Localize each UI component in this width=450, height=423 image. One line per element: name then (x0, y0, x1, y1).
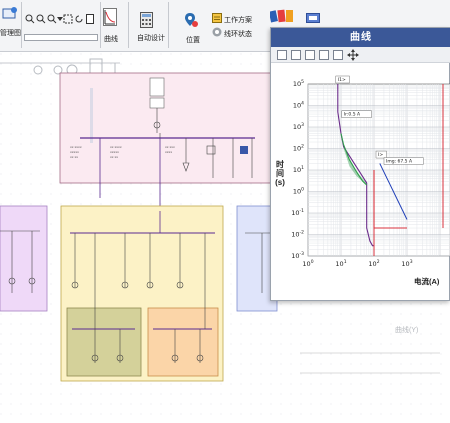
svg-text:xx xx: xx xx (70, 155, 78, 159)
zoom-in-icon[interactable] (25, 14, 35, 24)
page-icon[interactable] (85, 14, 95, 24)
curve-button-label[interactable]: 曲线 (104, 34, 118, 44)
svg-text:xx xx: xx xx (110, 155, 118, 159)
y-tick-label: 104 (293, 101, 304, 110)
curve-window-title[interactable]: 曲线 (271, 28, 450, 47)
x-tick-label: 100 (302, 259, 313, 268)
x-tick-label: 103 (401, 259, 412, 268)
select-icon[interactable] (63, 14, 73, 24)
zoom-input[interactable] (24, 34, 98, 41)
tcc-chart[interactable]: 10-3 10-2 10-1 100 101 102 103 104 105 100 101 102 1… (270, 62, 450, 276)
svg-text:xx xxxx: xx xxxx (110, 145, 122, 149)
group-separator (21, 2, 22, 48)
x-tick-label: 101 (335, 259, 346, 268)
y-tick-label: 10-2 (291, 230, 304, 239)
manage-icon[interactable] (2, 6, 18, 22)
svg-text:xx xxx: xx xxx (165, 145, 175, 149)
chart-icon[interactable] (305, 50, 315, 60)
svg-text:xxxx: xxxx (165, 150, 172, 154)
circuit-status-label[interactable]: 线环状态 (224, 29, 252, 39)
zoom-out-icon[interactable] (36, 14, 46, 24)
group-separator (168, 2, 169, 48)
y-tick-label: 102 (293, 144, 304, 153)
work-plan-label[interactable]: 工作方案 (224, 15, 252, 25)
window-icon[interactable] (306, 13, 320, 23)
curve-chart-icon[interactable] (103, 8, 117, 26)
y-tick-label: 100 (293, 187, 304, 196)
pan-move-icon[interactable] (347, 49, 359, 61)
curve-toolbar (271, 47, 450, 63)
y-tick-label: 105 (293, 79, 304, 88)
y-tick-label: 103 (293, 122, 304, 131)
locate-label[interactable]: 位置 (186, 35, 200, 45)
manage-label[interactable]: 管理图 (0, 28, 21, 38)
legend-label: I> (378, 152, 383, 158)
olive-region[interactable] (66, 307, 142, 377)
refresh-icon[interactable] (74, 14, 84, 24)
legend-label: I1> (338, 77, 346, 83)
svg-text:xxxxx: xxxxx (70, 150, 79, 154)
zoom-fit-icon[interactable] (47, 14, 57, 24)
x-tick-label: 102 (368, 259, 379, 268)
circuit-status-icon[interactable] (212, 27, 222, 37)
auto-design-label[interactable]: 自动设计 (137, 33, 165, 43)
orange-region[interactable] (147, 307, 219, 377)
legend-label: Ir:0.5 A (344, 112, 361, 118)
export-icon[interactable] (319, 50, 329, 60)
calculator-icon[interactable] (140, 12, 153, 28)
grid-icon[interactable] (277, 50, 287, 60)
y-tick-label: 10-1 (291, 208, 304, 217)
group-separator (128, 2, 129, 48)
y-tick-label: 10-3 (291, 251, 304, 260)
location-pin-icon[interactable] (183, 12, 199, 28)
group-separator (100, 2, 101, 48)
svg-text:xxxxx: xxxxx (110, 150, 119, 154)
book-stack-icon[interactable] (270, 9, 294, 23)
chart-grid (307, 83, 450, 257)
legend-label: Img: 67.5 A (386, 159, 413, 165)
settings-icon[interactable] (333, 50, 343, 60)
table-icon[interactable] (291, 50, 301, 60)
background-curve-label: 曲线(Y) (395, 327, 419, 334)
work-plan-icon[interactable] (212, 13, 222, 23)
y-tick-label: 101 (293, 165, 304, 174)
svg-text:xx xxxx: xx xxxx (70, 145, 82, 149)
purple-region[interactable] (0, 205, 48, 312)
x-axis-title: 电流(A) (414, 277, 440, 286)
